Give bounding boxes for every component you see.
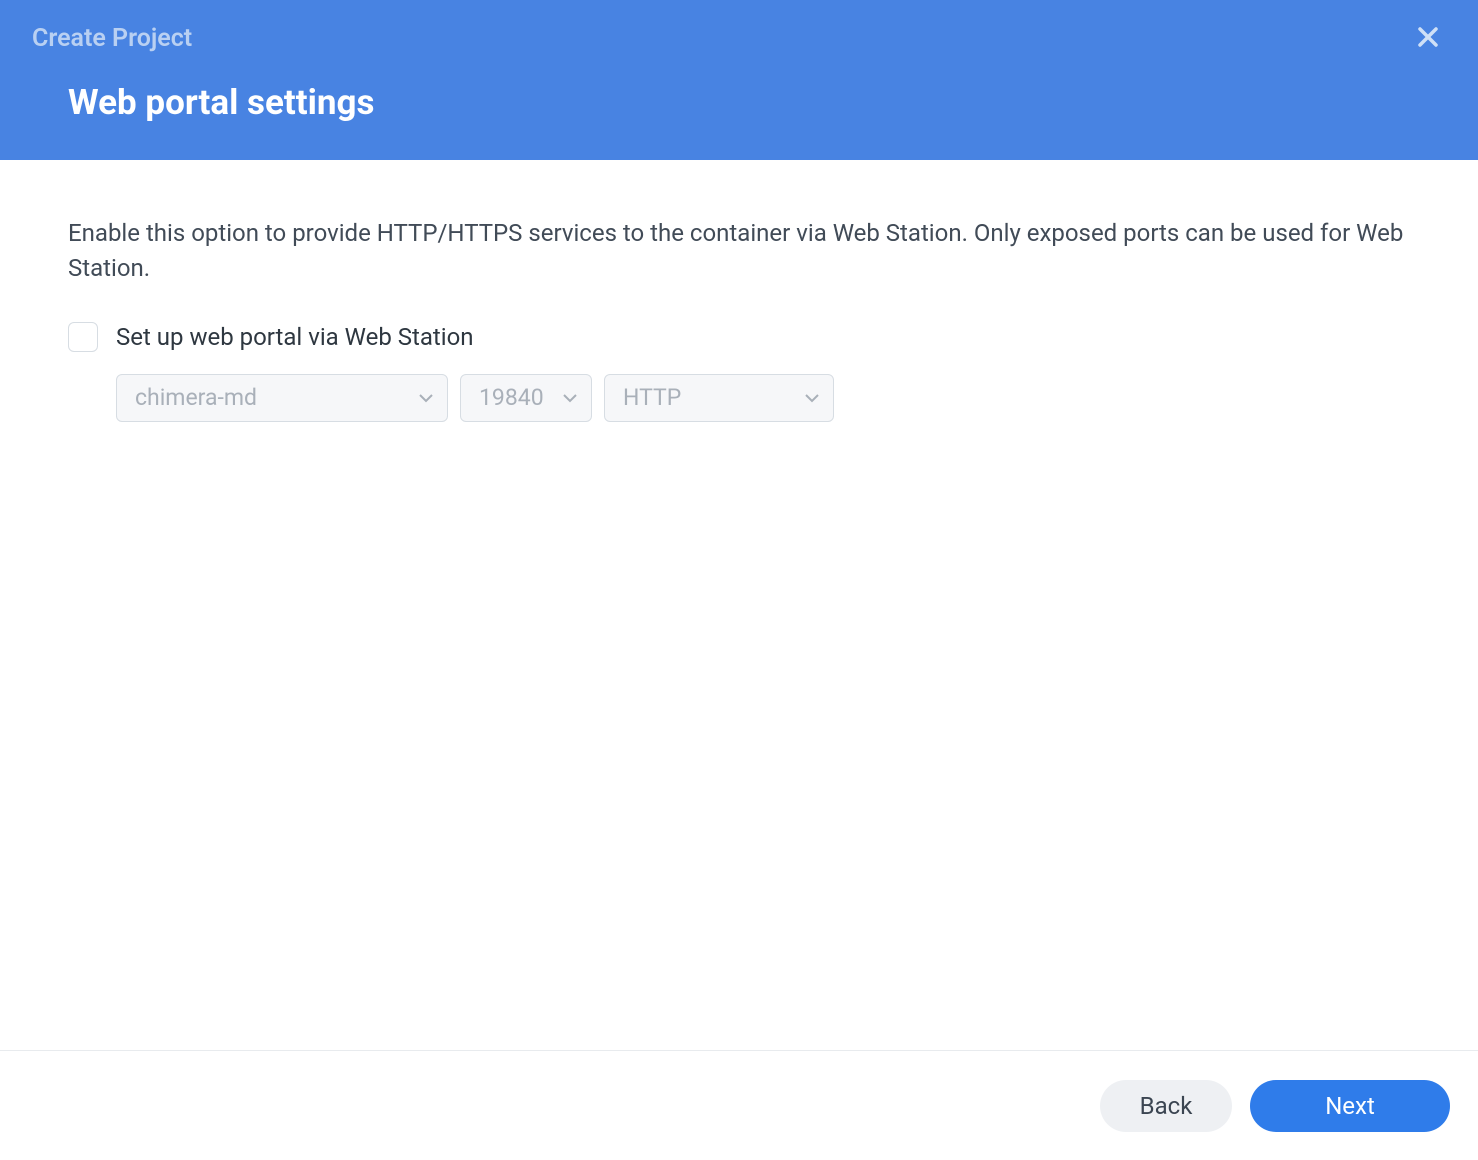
dialog-footer: Back Next	[0, 1050, 1478, 1160]
page-title: Web portal settings	[0, 54, 1478, 123]
close-button[interactable]	[1410, 22, 1446, 54]
chevron-down-icon	[805, 393, 819, 403]
close-icon	[1416, 19, 1440, 57]
description-text: Enable this option to provide HTTP/HTTPS…	[68, 216, 1410, 286]
breadcrumb: Create Project	[32, 24, 192, 53]
chevron-down-icon	[419, 393, 433, 403]
dialog-header: Create Project Web portal settings	[0, 0, 1478, 160]
port-select[interactable]: 19840	[460, 374, 592, 422]
web-portal-checkbox[interactable]	[68, 322, 98, 352]
dialog-content: Enable this option to provide HTTP/HTTPS…	[0, 160, 1478, 1050]
protocol-select-value: HTTP	[623, 384, 681, 411]
port-select-value: 19840	[479, 384, 544, 411]
container-select[interactable]: chimera-md	[116, 374, 448, 422]
web-portal-selects: chimera-md 19840 HTTP	[116, 374, 1410, 422]
back-button[interactable]: Back	[1100, 1080, 1232, 1132]
container-select-value: chimera-md	[135, 384, 257, 411]
protocol-select[interactable]: HTTP	[604, 374, 834, 422]
web-portal-checkbox-label: Set up web portal via Web Station	[116, 323, 474, 351]
next-button[interactable]: Next	[1250, 1080, 1450, 1132]
chevron-down-icon	[563, 393, 577, 403]
web-portal-checkbox-row: Set up web portal via Web Station	[68, 322, 1410, 352]
